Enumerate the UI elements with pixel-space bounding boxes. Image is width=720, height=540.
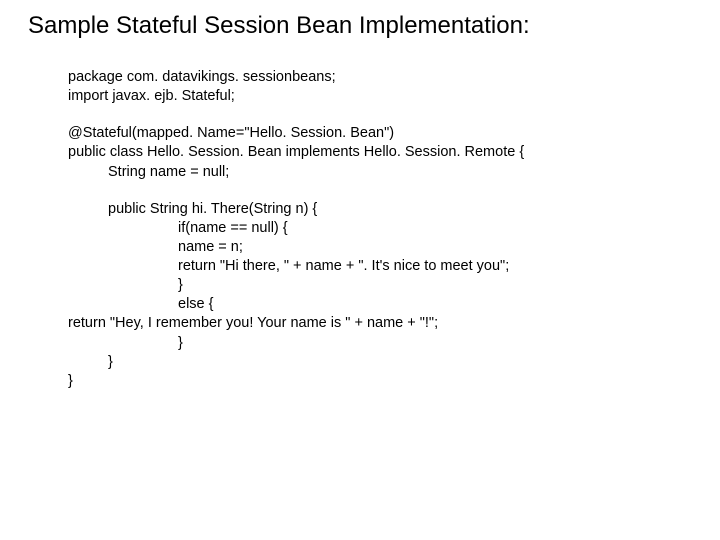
code-block: package com. datavikings. sessionbeans; …	[68, 68, 720, 391]
code-line: public class Hello. Session. Bean implem…	[68, 143, 720, 162]
slide-title: Sample Stateful Session Bean Implementat…	[28, 12, 720, 40]
code-line: }	[68, 334, 720, 353]
code-line: name = n;	[68, 238, 720, 257]
code-line: }	[68, 276, 720, 295]
blank-line	[68, 106, 720, 124]
code-line: @Stateful(mapped. Name="Hello. Session. …	[68, 124, 720, 143]
code-line: else {	[68, 295, 720, 314]
blank-line	[68, 182, 720, 200]
code-line: public String hi. There(String n) {	[68, 200, 720, 219]
code-line: String name = null;	[68, 163, 720, 182]
code-line: if(name == null) {	[68, 219, 720, 238]
code-line: return "Hey, I remember you! Your name i…	[68, 314, 720, 333]
code-line: package com. datavikings. sessionbeans;	[68, 68, 720, 87]
code-line: }	[68, 372, 720, 391]
code-line: import javax. ejb. Stateful;	[68, 87, 720, 106]
code-line: return "Hi there, " + name + ". It's nic…	[68, 257, 720, 276]
code-line: }	[68, 353, 720, 372]
